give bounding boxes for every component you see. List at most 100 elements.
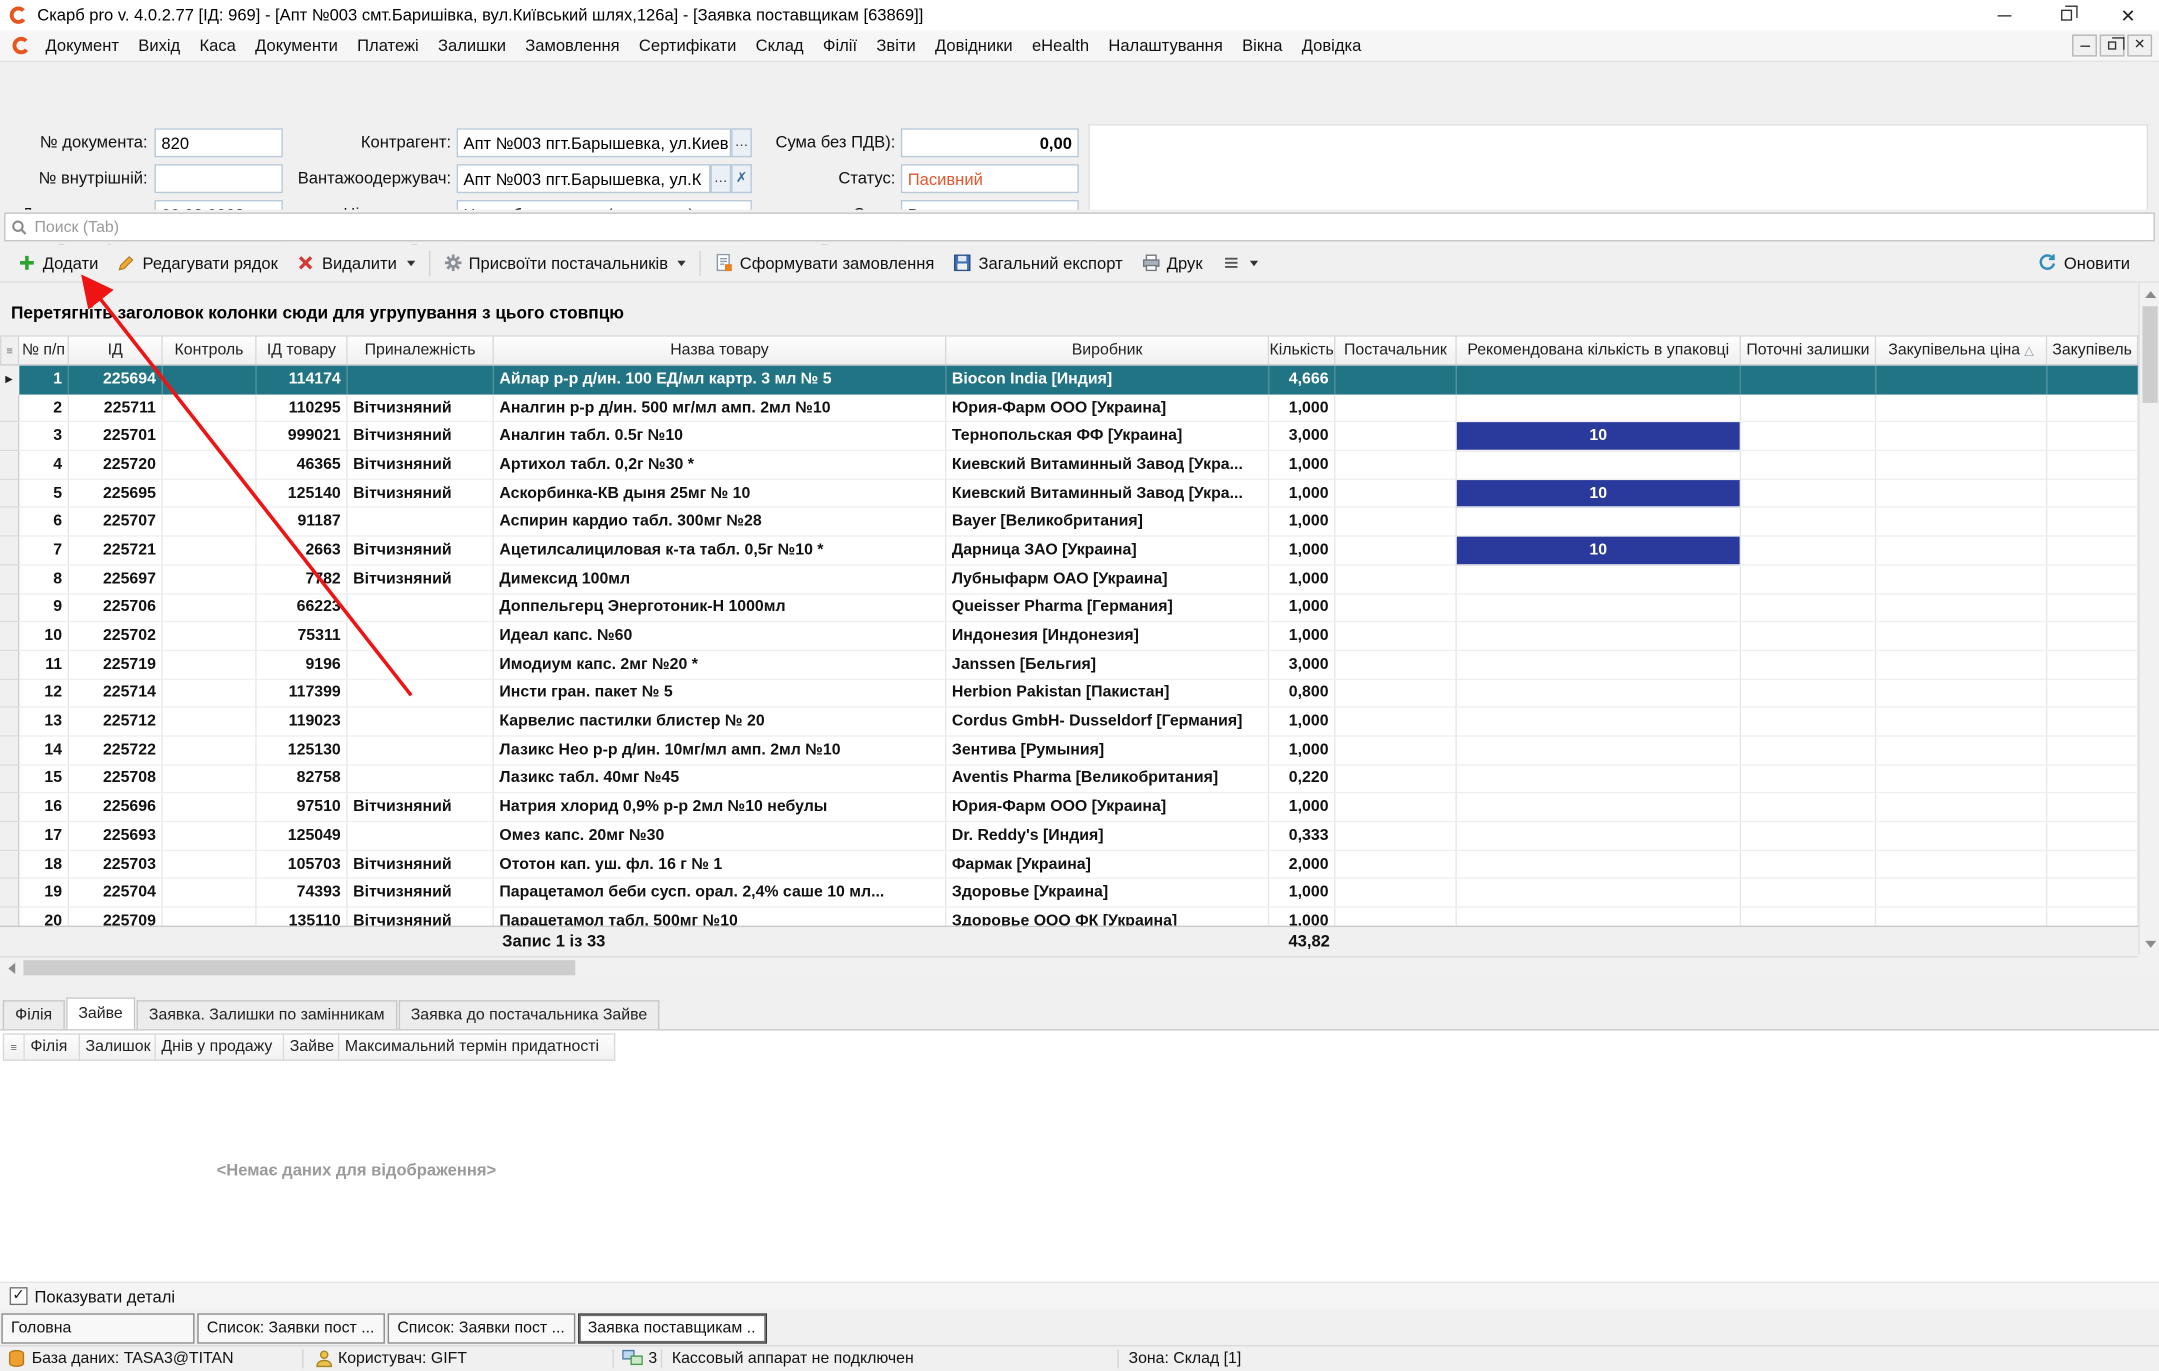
menu-item-4[interactable]: Документи xyxy=(245,32,347,60)
assign-suppliers-button[interactable]: Присвоїти постачальників xyxy=(434,248,695,278)
layout-dropdown-icon[interactable] xyxy=(1249,260,1257,266)
column-header-stock[interactable]: Поточні залишки xyxy=(1741,335,1876,364)
form-order-button[interactable]: Сформувати замовлення xyxy=(705,248,944,278)
table-row[interactable]: 5225695125140ВітчизнянийАскорбинка-КВ ды… xyxy=(0,480,2138,509)
minimize-button[interactable] xyxy=(1973,0,2035,30)
column-header-origin[interactable]: Приналежність xyxy=(348,335,494,364)
menu-item-7[interactable]: Замовлення xyxy=(516,32,630,60)
detail-column-3[interactable]: Днів у продажу xyxy=(156,1033,284,1061)
menu-item-14[interactable]: Налаштування xyxy=(1099,32,1233,60)
cell-id: 225712 xyxy=(69,708,163,737)
scroll-left-button[interactable] xyxy=(0,957,22,978)
table-row[interactable]: 20225709135110ВітчизнянийПарацетамол таб… xyxy=(0,908,2138,926)
detail-tab-2[interactable]: Зайве xyxy=(66,997,135,1029)
table-row[interactable]: 422572046365ВітчизнянийАртихол табл. 0,2… xyxy=(0,451,2138,480)
menu-item-3[interactable]: Каса xyxy=(190,32,246,60)
menu-item-10[interactable]: Філії xyxy=(813,32,867,60)
detail-tab-3[interactable]: Заявка. Залишки по замінникам xyxy=(137,1000,397,1029)
contragent-input[interactable]: Апт №003 пгт.Барышевка, ул.Киев xyxy=(457,128,732,157)
detail-column-1[interactable]: Філія xyxy=(25,1033,80,1061)
table-row[interactable]: 13225712119023Карвелис пастилки блистер … xyxy=(0,708,2138,737)
horizontal-scroll-thumb[interactable] xyxy=(23,960,575,975)
table-row[interactable]: 82256977782ВітчизнянийДимексид 100млЛубн… xyxy=(0,565,2138,594)
edit-row-button[interactable]: Редагувати рядок xyxy=(108,248,287,278)
column-header-qty[interactable]: Кількість xyxy=(1269,335,1335,364)
export-button[interactable]: Загальний експорт xyxy=(944,248,1132,278)
table-row[interactable]: 3225701999021ВітчизнянийАналгин табл. 0.… xyxy=(0,423,2138,452)
table-row[interactable]: 12225714117399Инсти гран. пакет № 5Herbi… xyxy=(0,680,2138,709)
group-by-panel[interactable]: Перетягніть заголовок колонки сюди для у… xyxy=(0,283,2138,335)
detail-column-5[interactable]: Максимальний термін придатності xyxy=(339,1033,615,1061)
cell-origin: Вітчизняний xyxy=(348,794,494,823)
window-tab-3[interactable]: Список: Заявки пост ... xyxy=(388,1313,576,1343)
table-row[interactable]: 2225711110295ВітчизнянийАналгин р-р д/ин… xyxy=(0,394,2138,423)
table-row[interactable]: 72257212663ВітчизнянийАцетилсалициловая … xyxy=(0,537,2138,566)
table-row[interactable]: 622570791187Аспирин кардио табл. 300мг №… xyxy=(0,508,2138,537)
column-header-supplier[interactable]: Постачальник xyxy=(1335,335,1456,364)
close-button[interactable]: ✕ xyxy=(2097,0,2159,30)
column-header-rec[interactable]: Рекомендована кількість в упаковці xyxy=(1457,335,1741,364)
delete-dropdown-icon[interactable] xyxy=(407,260,415,266)
table-row[interactable]: 1622569697510ВітчизнянийНатрия хлорид 0,… xyxy=(0,794,2138,823)
table-row[interactable]: 1522570882758Лазикс табл. 40мг №45Aventi… xyxy=(0,765,2138,794)
detail-column-2[interactable]: Залишок xyxy=(80,1033,156,1061)
column-header-price[interactable]: Закупівельна ціна△ xyxy=(1876,335,2047,364)
window-tab-4[interactable]: Заявка поставщикам .. xyxy=(578,1313,767,1343)
show-details-checkbox[interactable]: ✓ xyxy=(10,1287,28,1305)
cell-maker: Biocon India [Индия] xyxy=(946,366,1269,395)
column-header-npp[interactable]: № п/п xyxy=(19,335,69,364)
cell-stock xyxy=(1741,594,1876,623)
refresh-button[interactable]: Оновити xyxy=(2028,248,2140,278)
table-row[interactable]: 112257199196Имодиум капс. 2мг №20 *Janss… xyxy=(0,651,2138,680)
menu-item-8[interactable]: Сертифікати xyxy=(629,32,746,60)
horizontal-scrollbar[interactable] xyxy=(0,956,2159,978)
assign-dropdown-icon[interactable] xyxy=(678,260,686,266)
child-close-button[interactable]: ✕ xyxy=(2127,34,2152,56)
consignee-browse-button[interactable]: … xyxy=(710,164,731,193)
grid-layout-menu-button[interactable] xyxy=(1212,248,1267,277)
menu-item-16[interactable]: Довідка xyxy=(1292,32,1371,60)
search-input[interactable]: Поиск (Tab) xyxy=(4,212,2155,241)
table-row[interactable]: 17225693125049Омез капс. 20мг №30Dr. Red… xyxy=(0,822,2138,851)
menu-item-15[interactable]: Вікна xyxy=(1232,32,1292,60)
window-tab-1[interactable]: Головна xyxy=(1,1313,194,1343)
restore-button[interactable] xyxy=(2035,0,2097,30)
column-header-id[interactable]: ІД xyxy=(69,335,163,364)
table-row[interactable]: 18225703105703ВітчизнянийОтотон кап. уш.… xyxy=(0,851,2138,880)
menu-item-2[interactable]: Вихід xyxy=(129,32,190,60)
table-row[interactable]: 1922570474393ВітчизнянийПарацетамол беби… xyxy=(0,879,2138,908)
delete-button[interactable]: Видалити xyxy=(287,248,424,278)
column-header-control[interactable]: Контроль xyxy=(163,335,257,364)
print-button[interactable]: Друк xyxy=(1132,248,1212,278)
panel-splitter[interactable] xyxy=(0,978,2159,997)
table-row[interactable]: 922570666223Доппельгерц Энерготоник-Н 10… xyxy=(0,594,2138,623)
menu-item-13[interactable]: eHealth xyxy=(1022,32,1098,60)
doc-number-value: 820 xyxy=(161,133,189,152)
consignee-input[interactable]: Апт №003 пгт.Барышевка, ул.К xyxy=(457,164,711,193)
detail-column-4[interactable]: Зайве xyxy=(284,1033,339,1061)
vertical-scrollbar[interactable] xyxy=(2138,283,2159,955)
menu-item-1[interactable]: Документ xyxy=(36,32,129,60)
scroll-down-button[interactable] xyxy=(2140,933,2159,955)
menu-item-5[interactable]: Платежі xyxy=(347,32,428,60)
child-restore-button[interactable] xyxy=(2100,34,2125,56)
cell-rec xyxy=(1457,508,1741,537)
detail-tab-4[interactable]: Заявка до постачальника Зайве xyxy=(398,1000,659,1029)
add-button[interactable]: Додати xyxy=(8,248,108,278)
menu-item-6[interactable]: Залишки xyxy=(428,32,515,60)
column-header-tid[interactable]: ІД товару xyxy=(257,335,348,364)
window-tab-2[interactable]: Список: Заявки пост ... xyxy=(197,1313,385,1343)
menu-item-11[interactable]: Звіти xyxy=(867,32,926,60)
detail-tab-1[interactable]: Філія xyxy=(3,1000,65,1029)
vertical-scroll-thumb[interactable] xyxy=(2142,306,2157,403)
menu-item-12[interactable]: Довідники xyxy=(925,32,1022,60)
column-header-price2[interactable]: Закупівель xyxy=(2047,335,2138,364)
table-row[interactable]: 14225722125130Лазикс Нео р-р д/ин. 10мг/… xyxy=(0,737,2138,766)
column-header-name[interactable]: Назва товару xyxy=(494,335,946,364)
table-row[interactable]: ▶1225694114174Айлар р-р д/ин. 100 ЕД/мл … xyxy=(0,366,2138,395)
column-header-maker[interactable]: Виробник xyxy=(946,335,1269,364)
child-minimize-button[interactable] xyxy=(2072,34,2097,56)
menu-item-9[interactable]: Склад xyxy=(746,32,813,60)
scroll-up-button[interactable] xyxy=(2140,283,2159,305)
table-row[interactable]: 1022570275311Идеал капс. №60Индонезия [И… xyxy=(0,622,2138,651)
